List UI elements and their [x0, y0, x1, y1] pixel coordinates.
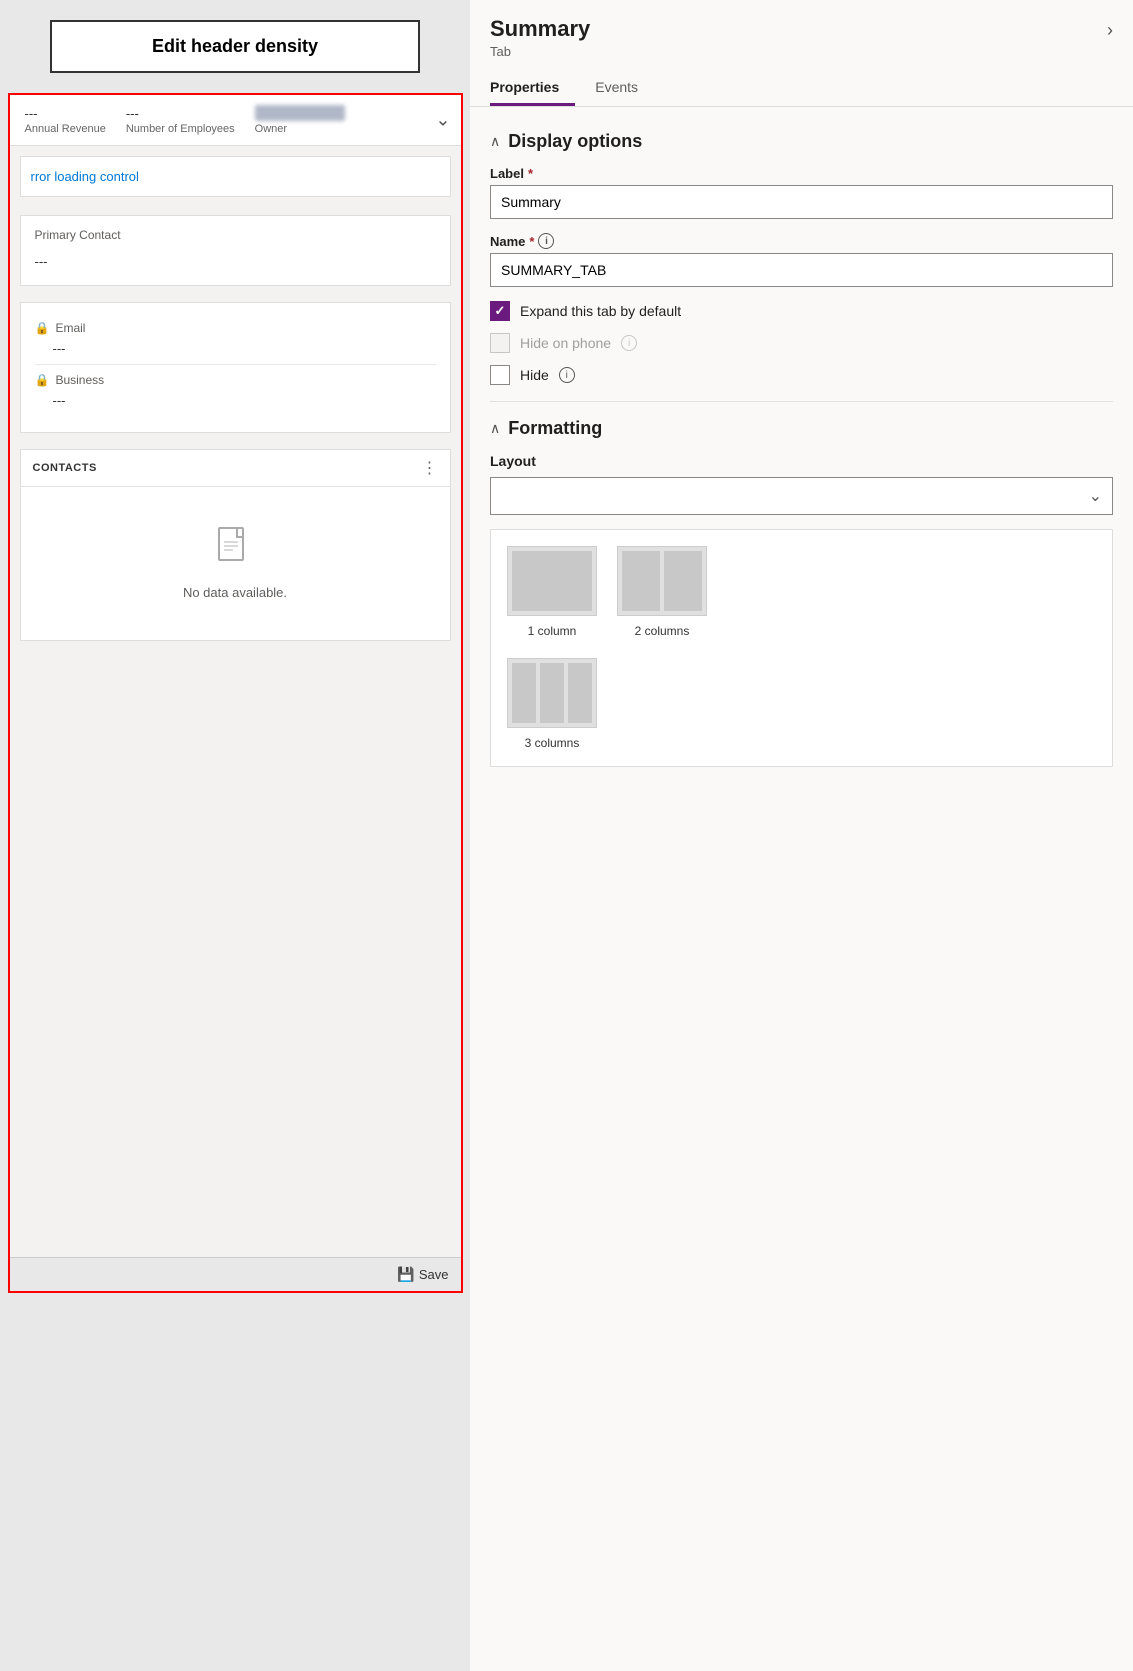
- layout-option-2col[interactable]: 2 columns: [617, 546, 707, 638]
- hide-row: Hide i: [490, 365, 1113, 385]
- form-area: --- Annual Revenue --- Number of Employe…: [8, 93, 463, 1293]
- right-title-row: Summary Tab ›: [490, 16, 1113, 59]
- right-panel-subtitle: Tab: [490, 44, 590, 59]
- hide-phone-checkbox: [490, 333, 510, 353]
- layout-name-1col: 1 column: [528, 624, 577, 638]
- right-header: Summary Tab › Properties Events: [470, 0, 1133, 107]
- layout-col-3of3: [568, 663, 592, 723]
- save-button[interactable]: 💾 Save: [397, 1266, 448, 1283]
- primary-contact-label: Primary Contact: [35, 228, 436, 242]
- contacts-menu-icon[interactable]: ⋮: [422, 458, 438, 478]
- expand-tab-label: Expand this tab by default: [520, 303, 681, 319]
- annual-revenue-value: ---: [25, 106, 38, 121]
- edit-header-density-button[interactable]: Edit header density: [50, 20, 420, 73]
- contacts-section: CONTACTS ⋮ No data availab: [20, 449, 451, 641]
- email-label: Email: [55, 321, 85, 335]
- layout-thumb-2col: [617, 546, 707, 616]
- layout-name-3col: 3 columns: [525, 736, 580, 750]
- layout-dropdown[interactable]: ⌄: [490, 477, 1113, 515]
- name-field-group: Name * i: [490, 233, 1113, 287]
- business-label: Business: [55, 373, 104, 387]
- title-subtitle-group: Summary Tab: [490, 16, 590, 59]
- name-input[interactable]: [490, 253, 1113, 287]
- primary-contact-value: ---: [35, 250, 436, 273]
- no-data-area: No data available.: [21, 487, 450, 640]
- header-fields-row: --- Annual Revenue --- Number of Employe…: [10, 95, 461, 146]
- no-data-icon: [217, 527, 253, 575]
- label-field-label: Label *: [490, 166, 1113, 181]
- name-field-label: Name * i: [490, 233, 1113, 249]
- layout-options-panel: 1 column 2 columns: [490, 529, 1113, 767]
- hide-info-icon[interactable]: i: [559, 367, 575, 383]
- label-required-star: *: [528, 166, 533, 181]
- tab-properties[interactable]: Properties: [490, 71, 575, 106]
- hide-phone-row: Hide on phone i: [490, 333, 1113, 353]
- hide-phone-info-icon: i: [621, 335, 637, 351]
- tab-events[interactable]: Events: [595, 71, 654, 106]
- lock-fields: 🔒 Email --- 🔒 Business ---: [35, 321, 436, 420]
- primary-contact-section: Primary Contact ---: [20, 215, 451, 286]
- divider: [490, 401, 1113, 402]
- email-row: 🔒 Email ---: [35, 321, 436, 365]
- header-expand-icon[interactable]: ⌄: [435, 110, 450, 131]
- business-row: 🔒 Business ---: [35, 373, 436, 416]
- error-loading-text: rror loading control: [31, 169, 139, 184]
- no-data-text: No data available.: [183, 585, 287, 600]
- display-options-collapse-icon[interactable]: ∧: [490, 133, 500, 150]
- display-options-header: ∧ Display options: [490, 131, 1113, 152]
- layout-options-row2: 3 columns: [507, 658, 1096, 750]
- owner-label: Owner: [255, 123, 287, 135]
- tabs-row: Properties Events: [490, 71, 1113, 106]
- expand-tab-checkbox[interactable]: [490, 301, 510, 321]
- layout-col-2of2: [664, 551, 702, 611]
- formatting-collapse-icon[interactable]: ∧: [490, 420, 500, 437]
- error-loading-control[interactable]: rror loading control: [20, 156, 451, 197]
- layout-col-1of2: [622, 551, 660, 611]
- email-lock-icon: 🔒: [35, 321, 50, 335]
- right-panel-chevron-icon[interactable]: ›: [1107, 20, 1113, 41]
- business-lock-icon: 🔒: [35, 373, 50, 387]
- layout-col-2of3: [540, 663, 564, 723]
- save-icon: 💾: [397, 1266, 414, 1283]
- hide-phone-label: Hide on phone: [520, 335, 611, 351]
- right-panel-title: Summary: [490, 16, 590, 42]
- annual-revenue-label: Annual Revenue: [25, 123, 106, 135]
- right-content: ∧ Display options Label * Name * i: [470, 107, 1133, 787]
- contacts-header: CONTACTS ⋮: [21, 450, 450, 487]
- owner-field: Owner: [255, 105, 345, 135]
- owner-blurred-value: [255, 105, 345, 121]
- layout-col-1of3: [512, 663, 536, 723]
- num-employees-field: --- Number of Employees: [126, 106, 235, 135]
- left-panel: Edit header density --- Annual Revenue -…: [0, 0, 470, 1671]
- email-value: ---: [53, 341, 436, 356]
- layout-thumb-3col: [507, 658, 597, 728]
- right-panel: Summary Tab › Properties Events ∧ Displa…: [470, 0, 1133, 1671]
- label-field-group: Label *: [490, 166, 1113, 219]
- name-required-star: *: [529, 234, 534, 249]
- expand-tab-row: Expand this tab by default: [490, 301, 1113, 321]
- num-employees-label: Number of Employees: [126, 123, 235, 135]
- formatting-header: ∧ Formatting: [490, 418, 1113, 439]
- layout-dropdown-chevron-icon: ⌄: [1089, 486, 1102, 506]
- save-bar: 💾 Save: [10, 1257, 461, 1291]
- save-label: Save: [419, 1267, 449, 1282]
- layout-name-2col: 2 columns: [635, 624, 690, 638]
- layout-option-3col[interactable]: 3 columns: [507, 658, 597, 750]
- annual-revenue-field: --- Annual Revenue: [25, 106, 106, 135]
- formatting-title: Formatting: [508, 418, 602, 439]
- name-info-icon[interactable]: i: [538, 233, 554, 249]
- layout-label: Layout: [490, 453, 1113, 469]
- layout-thumb-1col: [507, 546, 597, 616]
- num-employees-value: ---: [126, 106, 139, 121]
- main-container: Edit header density --- Annual Revenue -…: [0, 0, 1133, 1671]
- contacts-label: CONTACTS: [33, 462, 97, 474]
- label-input[interactable]: [490, 185, 1113, 219]
- layout-option-1col[interactable]: 1 column: [507, 546, 597, 638]
- layout-col-single: [512, 551, 592, 611]
- display-options-title: Display options: [508, 131, 642, 152]
- hide-checkbox[interactable]: [490, 365, 510, 385]
- email-business-section: 🔒 Email --- 🔒 Business ---: [20, 302, 451, 433]
- business-value: ---: [53, 393, 436, 408]
- hide-label: Hide: [520, 367, 549, 383]
